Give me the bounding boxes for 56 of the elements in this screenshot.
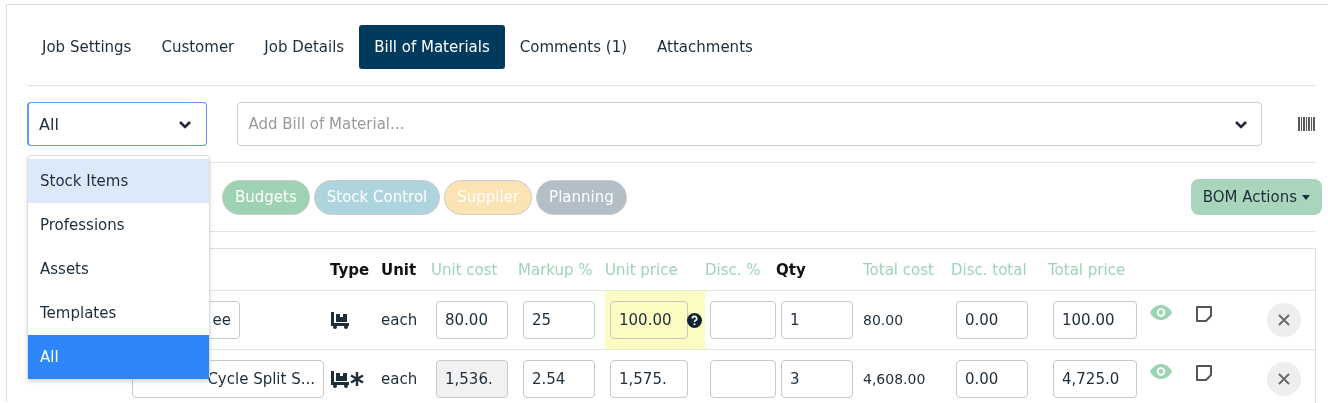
tab[interactable]: Job Settings: [27, 25, 147, 69]
chevron-down-icon: [178, 119, 193, 129]
column-header: Total cost: [863, 260, 935, 279]
tab[interactable]: Job Details: [249, 25, 360, 69]
cart-icon: [330, 311, 350, 329]
delete-button[interactable]: [1267, 362, 1301, 396]
dropdown-option[interactable]: Assets: [28, 247, 209, 291]
qty-field[interactable]: 1: [781, 301, 853, 339]
close-icon: [1278, 373, 1290, 385]
unit-price-field[interactable]: 100.00: [610, 301, 688, 339]
caret-icon: [1302, 194, 1310, 200]
column-header: Unit price: [605, 260, 679, 279]
dropdown-option[interactable]: Stock Items: [28, 159, 209, 203]
column-header: Markup %: [518, 260, 594, 279]
total-cost-text: 80.00: [863, 312, 905, 328]
disc-total-field[interactable]: 0.00: [956, 360, 1028, 398]
markup-field[interactable]: 2.54: [523, 360, 595, 398]
column-header: Total price: [1048, 260, 1127, 279]
barcode-icon[interactable]: [1298, 117, 1316, 131]
discount-field[interactable]: [710, 360, 776, 398]
add-bom-field[interactable]: Add Bill of Material...: [237, 102, 1263, 146]
unit-cost-field[interactable]: 1,536.: [436, 360, 508, 398]
disc-total-field[interactable]: 0.00: [956, 301, 1028, 339]
unit-price-field[interactable]: 1,575.: [610, 360, 688, 398]
note-icon[interactable]: [1195, 364, 1213, 382]
delete-button[interactable]: [1267, 303, 1301, 337]
qty-field[interactable]: 3: [781, 360, 853, 398]
unit-cost-field[interactable]: 80.00: [436, 301, 508, 339]
total-cost-text: 4,608.00: [863, 371, 927, 387]
tab[interactable]: Attachments: [642, 25, 768, 69]
column-header: Disc. %: [705, 260, 762, 279]
chevron-down-icon: [1234, 120, 1249, 129]
column-header: Unit cost: [431, 260, 499, 279]
column-header: Type: [330, 260, 371, 279]
discount-field[interactable]: [710, 301, 776, 339]
markup-field[interactable]: 25: [523, 301, 595, 339]
dropdown-option[interactable]: Professions: [28, 203, 209, 247]
column-header: Disc. total: [951, 260, 1028, 279]
unit-text: each: [381, 370, 419, 388]
bom-actions-button[interactable]: BOM Actions: [1190, 179, 1322, 215]
total-price-field[interactable]: 4,725.0: [1053, 360, 1137, 398]
tab[interactable]: Customer: [146, 25, 250, 69]
column-header: Unit: [381, 260, 418, 279]
note-icon[interactable]: [1195, 305, 1213, 323]
close-icon: [1278, 314, 1290, 326]
dropdown-option[interactable]: Templates: [28, 291, 209, 335]
type-select[interactable]: All: [27, 102, 208, 146]
unit-text: each: [381, 311, 419, 329]
dropdown-option[interactable]: All: [28, 335, 209, 379]
column-header: Qty: [776, 260, 807, 279]
total-price-field[interactable]: 100.00: [1053, 301, 1137, 339]
tab[interactable]: Bill of Materials: [359, 25, 505, 69]
help-icon[interactable]: [687, 312, 702, 328]
cart-icon: [330, 370, 350, 388]
tab[interactable]: Comments (1): [504, 25, 643, 69]
asterisk-icon: [350, 372, 364, 386]
